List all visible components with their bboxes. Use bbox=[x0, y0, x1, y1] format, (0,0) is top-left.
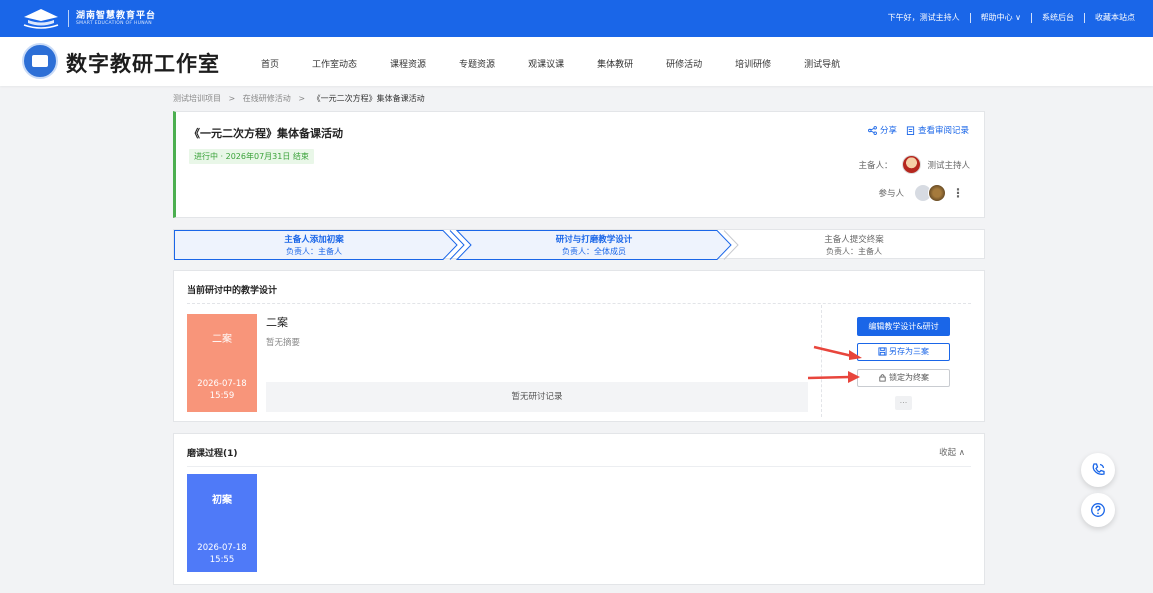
host-label: 主备人： bbox=[858, 160, 893, 171]
menu-item-topics[interactable]: 专题资源 bbox=[459, 57, 495, 70]
thumbnail-title: 初案 bbox=[212, 495, 232, 506]
top-right-links: 下午好，测试主持人 帮助中心 ∨ 系统后台 收藏本站点 bbox=[888, 12, 1135, 23]
step-label: 主备人添加初案 bbox=[284, 235, 344, 245]
annotation-arrow bbox=[807, 371, 860, 383]
design-thumbnail[interactable]: 二案 2026-07-18 15:59 bbox=[187, 314, 257, 412]
step-label: 主备人提交终案 bbox=[824, 235, 884, 245]
step-label: 研讨与打磨教学设计 bbox=[555, 235, 633, 245]
thumbnail-date: 2026-07-18 15:59 bbox=[197, 379, 247, 401]
main-menu: 首页 工作室动态 课程资源 专题资源 观课议课 集体教研 研修活动 培训研修 测… bbox=[261, 57, 873, 70]
step-owner: 负责人：主备人 bbox=[286, 247, 342, 256]
divider bbox=[187, 303, 971, 304]
menu-item-test-nav[interactable]: 测试导航 bbox=[804, 57, 840, 70]
separator bbox=[1084, 12, 1085, 23]
activity-title: 《一元二次方程》集体备课活动 bbox=[189, 127, 343, 140]
breadcrumb-sep: > bbox=[298, 94, 306, 103]
admin-link[interactable]: 系统后台 bbox=[1042, 12, 1074, 23]
help-icon bbox=[1091, 503, 1105, 517]
section-title: 磨课过程(1) bbox=[187, 449, 238, 459]
design-summary: 暂无摘要 bbox=[266, 338, 301, 348]
divider bbox=[187, 466, 971, 467]
platform-subtitle: SMART EDUCATION OF HUNAN bbox=[76, 21, 152, 26]
activity-card: 《一元二次方程》集体备课活动 进行中 · 2026年07月31日 结束 分享 查… bbox=[173, 111, 985, 218]
menu-item-training[interactable]: 培训研修 bbox=[735, 57, 771, 70]
logo-icon bbox=[23, 9, 59, 29]
save-as-button[interactable]: 另存为三案 bbox=[857, 343, 950, 361]
breadcrumb-sep: > bbox=[228, 94, 236, 103]
participants: 参与人 ⋮ bbox=[878, 184, 964, 202]
menu-item-courses[interactable]: 课程资源 bbox=[390, 57, 426, 70]
log-icon bbox=[906, 125, 915, 135]
separator bbox=[1031, 12, 1032, 23]
separator bbox=[969, 12, 971, 23]
platform-name[interactable]: 湖南智慧教育平台 bbox=[76, 8, 156, 21]
step-owner: 负责人：主备人 bbox=[826, 247, 882, 256]
studio-badge-icon bbox=[22, 43, 58, 79]
design-thumbnail[interactable]: 初案 2026-07-18 15:55 bbox=[187, 474, 257, 572]
contact-phone-button[interactable] bbox=[1081, 453, 1115, 487]
breadcrumb-item[interactable]: 在线研修活动 bbox=[243, 94, 291, 103]
lock-icon bbox=[879, 374, 886, 382]
menu-item-observe[interactable]: 观课议课 bbox=[528, 57, 564, 70]
breadcrumb: 测试培训项目 > 在线研修活动 > 《一元二次方程》集体备课活动 bbox=[173, 93, 425, 104]
edit-design-button[interactable]: 编辑教学设计&研讨 bbox=[857, 317, 950, 336]
lock-final-label: 锁定为终案 bbox=[889, 373, 929, 382]
thumbnail-date: 2026-07-18 15:55 bbox=[197, 543, 247, 565]
step-1[interactable]: 主备人添加初案 负责人：主备人 bbox=[214, 233, 414, 257]
host-name: 测试主持人 bbox=[927, 160, 970, 171]
design-name[interactable]: 二案 bbox=[266, 314, 288, 330]
nav-bar: 数字教研工作室 首页 工作室动态 课程资源 专题资源 观课议课 集体教研 研修活… bbox=[0, 37, 1153, 86]
view-log-button[interactable]: 查看审阅记录 bbox=[918, 124, 969, 136]
process-steps: 主备人添加初案 负责人：主备人 研讨与打磨教学设计 负责人：全体成员 主备人提交… bbox=[173, 229, 985, 260]
bookmark-link[interactable]: 收藏本站点 bbox=[1095, 12, 1135, 23]
breadcrumb-item[interactable]: 测试培训项目 bbox=[173, 94, 221, 103]
avatar[interactable] bbox=[928, 184, 946, 202]
annotation-arrow bbox=[813, 345, 862, 360]
section-title: 当前研讨中的教学设计 bbox=[187, 286, 278, 296]
menu-item-home[interactable]: 首页 bbox=[261, 57, 279, 70]
activity-actions: 分享 查看审阅记录 bbox=[868, 124, 969, 136]
step-2[interactable]: 研讨与打磨教学设计 负责人：全体成员 bbox=[484, 233, 704, 257]
save-as-label: 另存为三案 bbox=[889, 347, 929, 356]
studio-title[interactable]: 数字教研工作室 bbox=[66, 48, 220, 78]
menu-item-news[interactable]: 工作室动态 bbox=[312, 57, 357, 70]
greeting-user[interactable]: 下午好，测试主持人 bbox=[888, 12, 960, 23]
process-card: 磨课过程(1) 收起 ∧ 初案 2026-07-18 15:55 bbox=[173, 433, 985, 585]
more-button[interactable]: ... bbox=[895, 396, 912, 410]
top-bar: 湖南智慧教育平台 SMART EDUCATION OF HUNAN 下午好，测试… bbox=[0, 0, 1153, 37]
step-3[interactable]: 主备人提交终案 负责人：主备人 bbox=[754, 233, 954, 257]
menu-item-activities[interactable]: 研修活动 bbox=[666, 57, 702, 70]
phone-icon bbox=[1092, 463, 1105, 475]
logo-divider bbox=[68, 10, 69, 27]
step-owner: 负责人：全体成员 bbox=[562, 247, 626, 256]
save-icon bbox=[878, 347, 887, 356]
lock-final-button[interactable]: 锁定为终案 bbox=[857, 369, 950, 387]
share-icon bbox=[868, 125, 877, 135]
menu-item-collective[interactable]: 集体教研 bbox=[597, 57, 633, 70]
more-vert-icon[interactable]: ⋮ bbox=[952, 187, 964, 199]
status-badge: 进行中 · 2026年07月31日 结束 bbox=[189, 149, 314, 164]
avatar bbox=[902, 155, 922, 174]
thumbnail-title: 二案 bbox=[212, 334, 232, 345]
help-center-link[interactable]: 帮助中心 ∨ bbox=[981, 12, 1021, 23]
share-button[interactable]: 分享 bbox=[880, 124, 897, 136]
breadcrumb-current: 《一元二次方程》集体备课活动 bbox=[312, 94, 425, 103]
help-button[interactable] bbox=[1081, 493, 1115, 527]
collapse-toggle[interactable]: 收起 ∧ bbox=[939, 446, 965, 458]
no-record-placeholder: 暂无研讨记录 bbox=[266, 382, 808, 412]
participants-label: 参与人 bbox=[878, 189, 904, 199]
host-info: 主备人： 测试主持人 bbox=[858, 155, 970, 174]
